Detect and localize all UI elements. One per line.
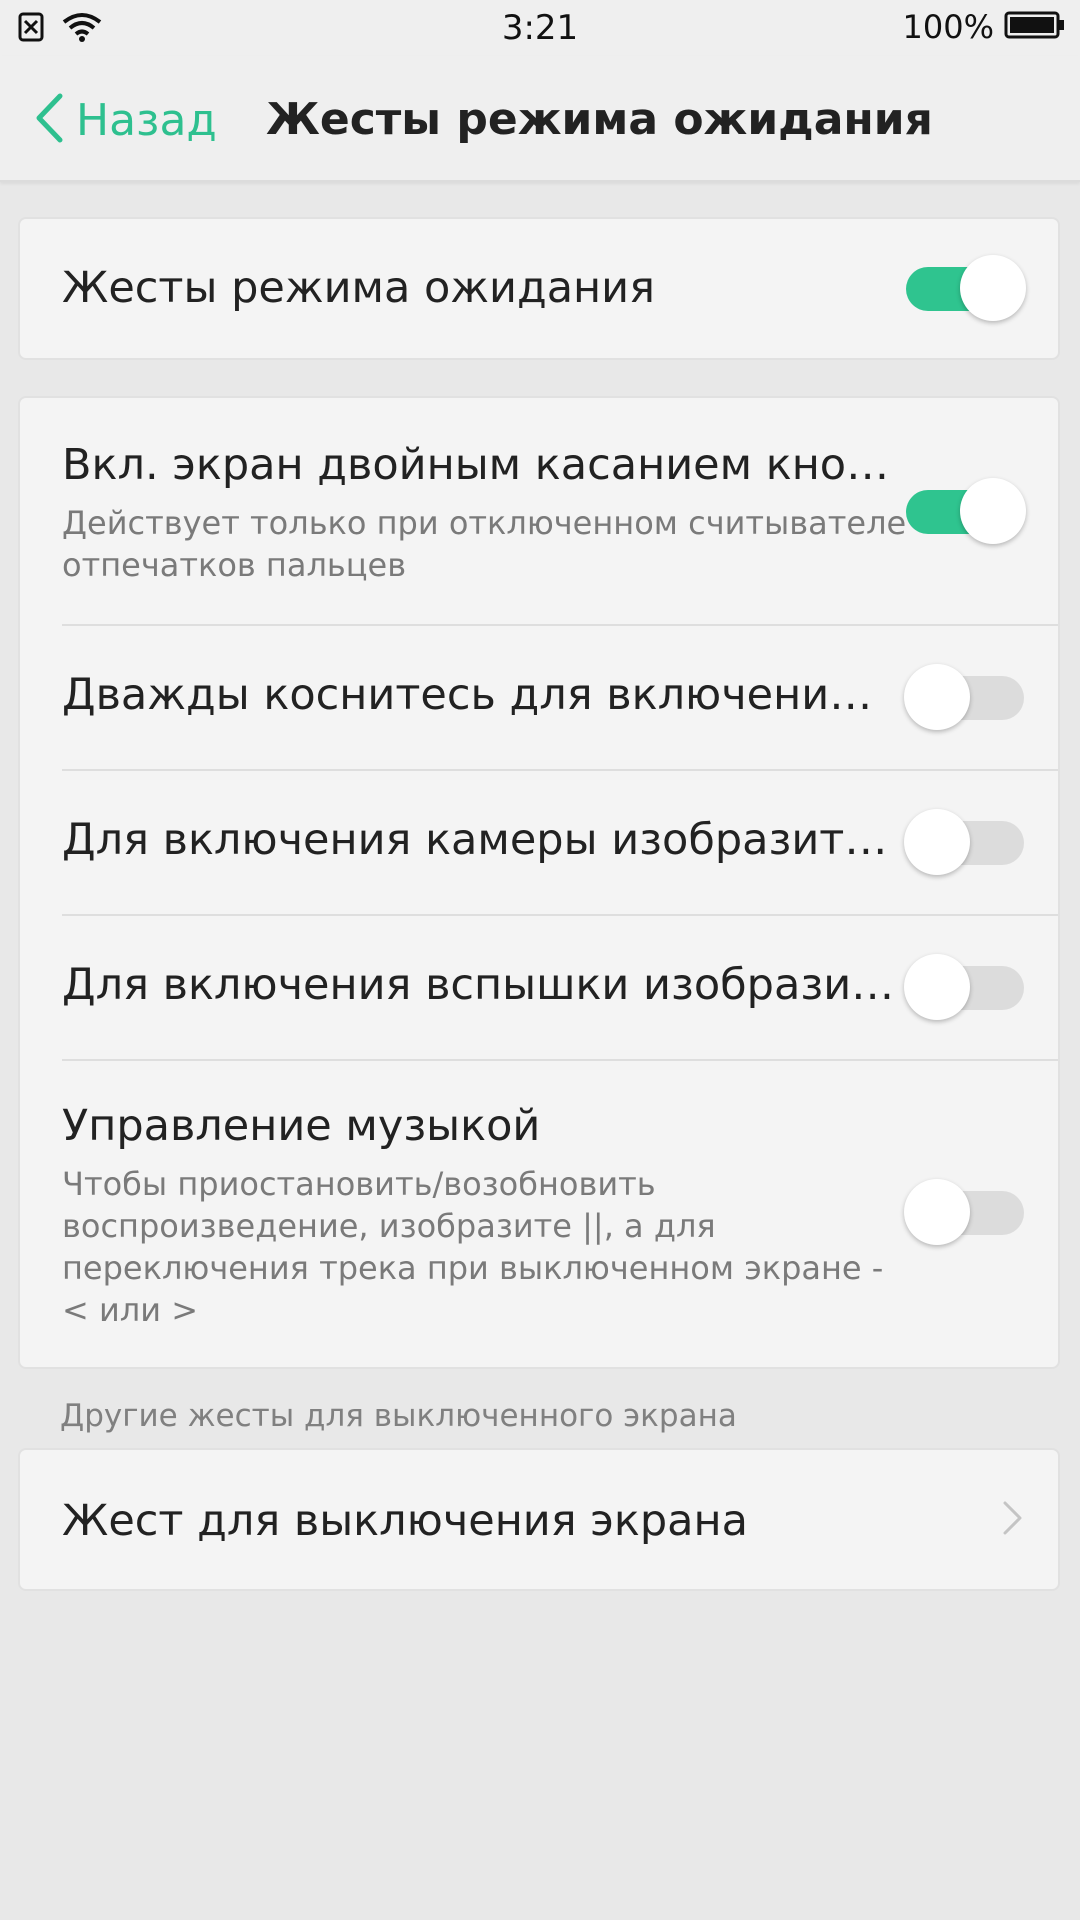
status-bar: 3:21 100% xyxy=(0,0,1080,56)
gesture-row-music-control[interactable]: Управление музыкой Чтобы приостановить/в… xyxy=(20,1061,1058,1367)
gesture-row-camera[interactable]: Для включения камеры изобразите ... xyxy=(20,771,1058,915)
toggle-knob xyxy=(904,954,970,1020)
back-button[interactable]: Назад xyxy=(34,90,217,150)
gesture-subtitle: Действует только при отключенном считыва… xyxy=(62,504,907,584)
gesture-title: Для включения камеры изобразите ... xyxy=(62,815,898,865)
screen-off-gesture-label: Жест для выключения экрана xyxy=(62,1496,748,1546)
master-toggle-card: Жесты режима ожидания xyxy=(18,217,1060,360)
gesture-row-double-tap-button[interactable]: Вкл. экран двойным касанием кнопк... Дей… xyxy=(20,398,1058,625)
master-toggle-label: Жесты режима ожидания xyxy=(62,263,655,313)
toggle-knob xyxy=(904,809,970,875)
toggle-knob xyxy=(904,1179,970,1245)
gesture-subtitle: Чтобы приостановить/возобновить воспроиз… xyxy=(62,1165,884,1329)
screen-off-gesture-row[interactable]: Жест для выключения экрана xyxy=(20,1450,1058,1589)
gesture-row-flashlight[interactable]: Для включения вспышки изобразит... xyxy=(20,916,1058,1060)
battery-percent: 100% xyxy=(902,8,994,46)
gesture-title: Управление музыкой xyxy=(62,1101,541,1151)
master-toggle-switch[interactable] xyxy=(906,255,1026,321)
app-header: Назад Жесты режима ожидания xyxy=(0,56,1080,182)
chevron-left-icon xyxy=(34,92,64,148)
gesture-toggle-flashlight[interactable] xyxy=(904,954,1024,1020)
gesture-title: Для включения вспышки изобразит... xyxy=(62,960,898,1010)
gesture-row-double-tap-screen[interactable]: Дважды коснитесь для включения э... xyxy=(20,626,1058,770)
toggle-knob xyxy=(960,255,1026,321)
page-title: Жесты режима ожидания xyxy=(266,94,933,145)
gesture-toggle-camera[interactable] xyxy=(904,809,1024,875)
toggle-knob xyxy=(904,664,970,730)
battery-icon xyxy=(1004,10,1066,44)
back-label: Назад xyxy=(76,94,217,146)
gesture-toggle-double-tap-screen[interactable] xyxy=(904,664,1024,730)
gesture-list-card: Вкл. экран двойным касанием кнопк... Дей… xyxy=(18,396,1060,1369)
toggle-knob xyxy=(960,478,1026,544)
chevron-right-icon xyxy=(1002,1500,1024,1540)
gesture-toggle-double-tap-button[interactable] xyxy=(906,478,1026,544)
master-toggle-row[interactable]: Жесты режима ожидания xyxy=(20,219,1058,358)
status-bar-right: 100% xyxy=(903,8,1066,46)
section-label-other-gestures: Другие жесты для выключенного экрана xyxy=(60,1398,737,1434)
gesture-toggle-music-control[interactable] xyxy=(904,1179,1024,1245)
screen-off-gesture-card: Жест для выключения экрана xyxy=(18,1448,1060,1591)
gesture-title: Дважды коснитесь для включения э... xyxy=(62,670,898,720)
gesture-title: Вкл. экран двойным касанием кнопк... xyxy=(62,440,898,490)
